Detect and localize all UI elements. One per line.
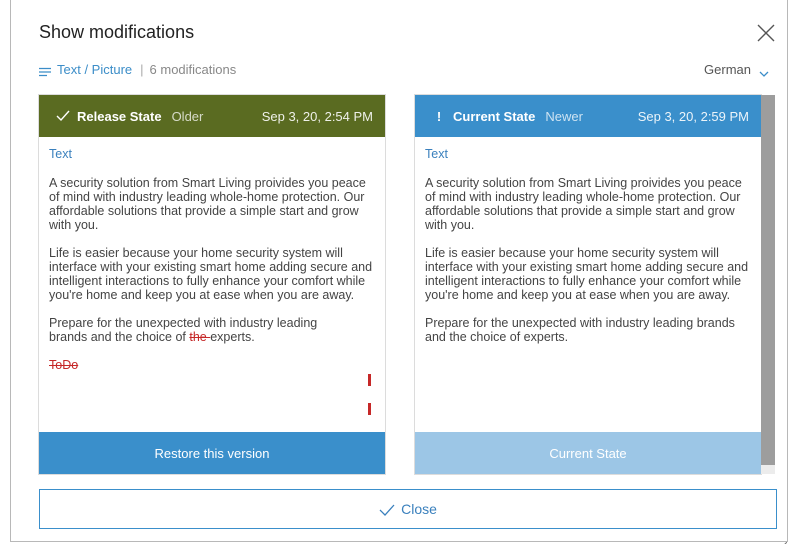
change-marker (368, 403, 371, 415)
dialog-title: Show modifications (39, 22, 195, 42)
current-state-button: Current State (415, 432, 761, 474)
checkmark-icon (379, 503, 395, 516)
release-state-header: Release State Older Sep 3, 20, 2:54 PM (39, 95, 385, 137)
close-icon[interactable] (755, 22, 777, 44)
change-marker (368, 374, 371, 386)
chevron-down-icon (759, 66, 769, 77)
release-state-name: Release State (77, 108, 162, 124)
paragraph-3: Prepare for the unexpected with industry… (425, 316, 735, 344)
current-state-name: Current State (453, 108, 536, 124)
paragraph-3: Prepare for the unexpected with industry… (49, 316, 318, 344)
paragraph-1: A security solution from Smart Living pr… (425, 176, 742, 232)
close-button[interactable]: Close (39, 489, 777, 529)
modification-summary: Text / Picture | 6 modifications (39, 62, 236, 77)
language-label: German (704, 62, 751, 77)
current-state-age: Newer (545, 108, 583, 124)
text-lines-icon (39, 65, 51, 76)
current-state-header: ! Current State Newer Sep 3, 20, 2:59 PM (415, 95, 761, 137)
current-state-time: Sep 3, 20, 2:59 PM (637, 108, 749, 124)
paragraph-2: Life is easier because your home securit… (425, 246, 749, 302)
deleted-todo: ToDo (49, 358, 79, 372)
resize-handle-icon[interactable] (781, 535, 788, 544)
separator: | (140, 62, 144, 77)
category-link[interactable]: Text / Picture (57, 62, 132, 77)
scrollbar[interactable] (761, 95, 775, 474)
checkmark-icon (55, 109, 71, 123)
release-state-content: Text A security solution from Smart Livi… (39, 137, 385, 415)
exclamation-icon: ! (436, 108, 442, 124)
restore-version-button[interactable]: Restore this version (39, 432, 385, 474)
scrollbar-thumb[interactable] (761, 95, 775, 465)
show-modifications-dialog: Show modifications Text / Picture | 6 mo… (10, 0, 788, 544)
field-name: Text (425, 147, 448, 161)
paragraph-1: A security solution from Smart Living pr… (49, 176, 366, 232)
field-name: Text (49, 147, 72, 161)
current-state-panel: ! Current State Newer Sep 3, 20, 2:59 PM… (415, 95, 761, 474)
language-dropdown[interactable]: German (704, 62, 769, 77)
deleted-text: the (189, 330, 211, 344)
paragraph-2: Life is easier because your home securit… (49, 246, 373, 302)
release-state-time: Sep 3, 20, 2:54 PM (261, 108, 373, 124)
close-button-label: Close (401, 501, 437, 517)
current-state-content: Text A security solution from Smart Livi… (415, 137, 761, 344)
release-state-age: Older (171, 108, 204, 124)
modification-count: 6 modifications (149, 62, 237, 77)
release-state-panel: Release State Older Sep 3, 20, 2:54 PM T… (39, 95, 385, 474)
